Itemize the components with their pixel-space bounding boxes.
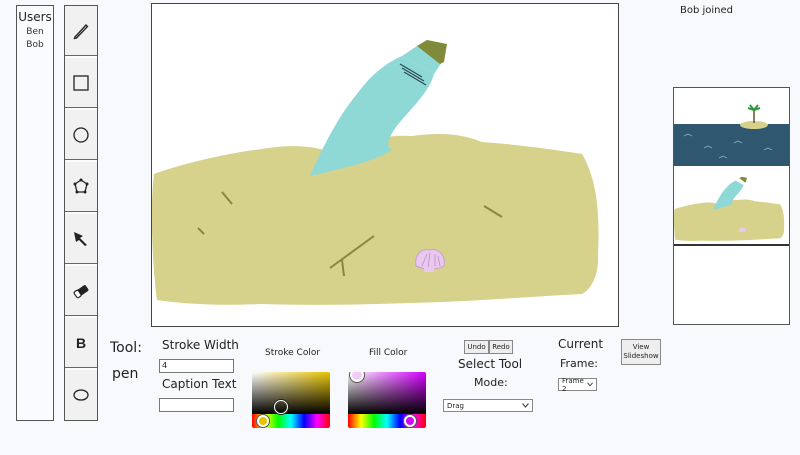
frame-thumbnail[interactable] (674, 88, 789, 166)
bold-icon: B (75, 334, 87, 351)
rectangle-icon (73, 74, 89, 91)
tool-label: Tool: (110, 340, 142, 356)
stroke-color-picker[interactable] (252, 372, 330, 428)
users-panel: Users Ben Bob (16, 5, 54, 421)
fill-color-picker[interactable] (348, 372, 426, 428)
slideshow-label-line2: Slideshow (623, 352, 659, 360)
chevron-down-icon (586, 382, 593, 387)
circle-icon (73, 126, 89, 143)
stroke-color-label: Stroke Color (265, 348, 321, 358)
drawing-canvas[interactable] (151, 3, 619, 327)
frame-dropdown[interactable]: Frame 2 (558, 376, 597, 393)
frame-label: Frame: (560, 357, 598, 370)
join-notification: Bob joined (680, 5, 734, 16)
canvas-drawing (151, 40, 599, 305)
user-item: Ben (26, 27, 44, 37)
caption-text-input[interactable] (159, 398, 234, 412)
fill-color-label: Fill Color (369, 348, 408, 358)
circle-tool-button[interactable] (65, 110, 97, 160)
sand-shape (151, 134, 599, 305)
select-tool-button[interactable] (65, 214, 97, 264)
text-tool-button[interactable]: B (65, 318, 97, 368)
pencil-tool-button[interactable] (65, 6, 97, 56)
select-mode-value: Drag (447, 401, 465, 410)
stroke-color-knob[interactable] (274, 400, 288, 414)
stroke-width-label: Stroke Width (162, 338, 239, 352)
eraser-icon (73, 284, 89, 298)
fill-hue-knob[interactable] (404, 415, 416, 427)
frame-thumbnail-empty[interactable] (674, 248, 789, 326)
frames-panel (673, 87, 790, 325)
current-frame-label: Current (558, 337, 604, 351)
current-tool-value: pen (112, 366, 139, 382)
select-mode-label: Mode: (474, 376, 508, 389)
undo-button[interactable]: Undo (464, 340, 489, 354)
frame-value: Frame 2 (562, 376, 584, 393)
shell-shape (415, 249, 445, 270)
chevron-down-icon (522, 403, 529, 408)
view-slideshow-button[interactable]: View Slideshow (621, 339, 661, 365)
toolbar: B (64, 5, 98, 421)
select-mode-dropdown[interactable]: Drag (443, 399, 533, 412)
stroke-width-input[interactable]: 4 (159, 359, 234, 373)
polygon-tool-button[interactable] (65, 162, 97, 212)
stroke-hue-knob[interactable] (257, 415, 269, 427)
rectangle-tool-button[interactable] (65, 58, 97, 108)
polygon-icon (73, 178, 89, 193)
user-item: Bob (26, 40, 44, 50)
caption-text-label: Caption Text (162, 377, 237, 391)
pencil-icon (73, 23, 89, 39)
ocean-island-thumbnail (674, 104, 789, 166)
eraser-tool-button[interactable] (65, 266, 97, 316)
bottle-beach-thumbnail (673, 176, 785, 241)
redo-button[interactable]: Redo (489, 340, 513, 354)
ellipse-tool-button[interactable] (65, 370, 97, 420)
pointer-icon (74, 231, 87, 246)
stroke-saturation-area[interactable] (252, 372, 330, 414)
ellipse-icon (73, 389, 89, 401)
users-title: Users (18, 10, 52, 24)
slideshow-label-line1: View (632, 343, 650, 351)
select-tool-label: Select Tool (458, 357, 523, 371)
frame-thumbnail[interactable] (673, 168, 789, 246)
